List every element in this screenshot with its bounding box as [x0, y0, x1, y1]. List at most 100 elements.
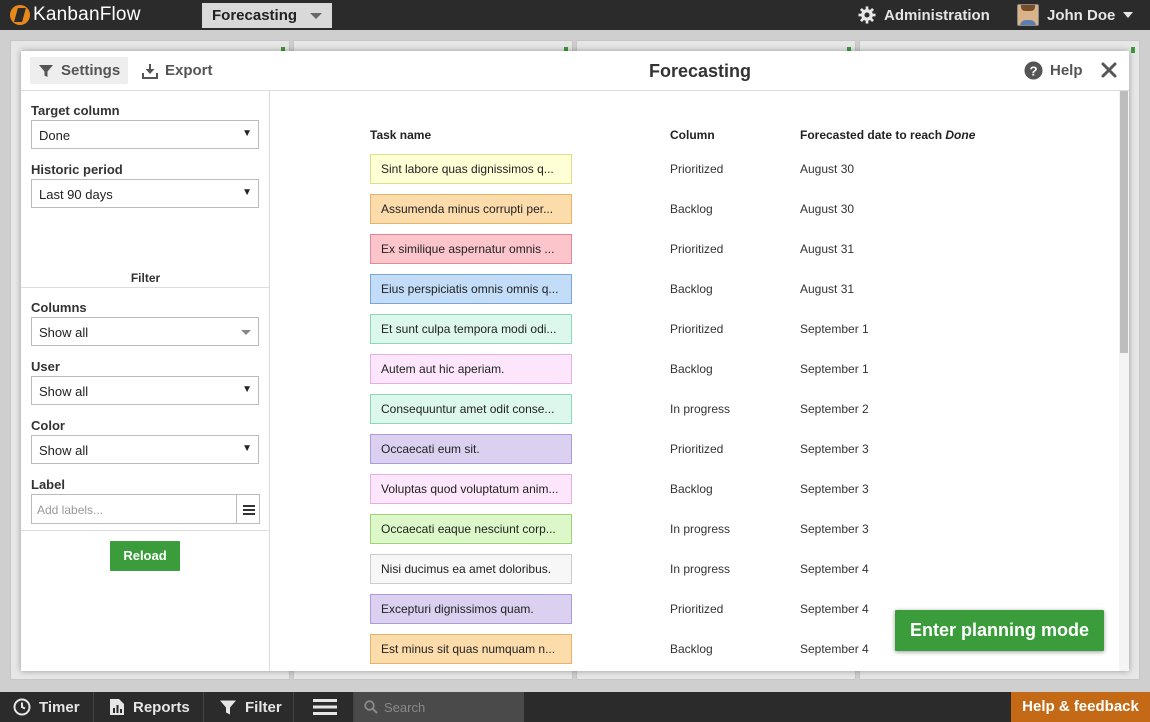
header-forecast-date-target: Done [945, 128, 976, 142]
forecasting-dialog: Settings Export Forecasting ? Help Targe… [21, 51, 1129, 671]
reports-label: Reports [133, 698, 190, 716]
task-card[interactable]: Ex similique aspernatur omnis ... [370, 234, 572, 264]
column-indicator [1131, 47, 1135, 53]
forecast-table: Task name Column Forecasted date to reac… [271, 91, 1119, 671]
task-column-cell: In progress [670, 562, 731, 576]
forecast-date-cell: August 31 [800, 242, 855, 256]
header-forecast-date: Forecasted date to reach Done [800, 128, 975, 142]
columns-filter-select[interactable]: Show all [31, 317, 259, 346]
search-input[interactable]: Search [354, 692, 524, 722]
close-icon[interactable] [1100, 61, 1118, 79]
forecast-date-cell: September 1 [800, 322, 869, 336]
filter-button[interactable]: Filter [205, 692, 294, 722]
forecast-date-cell: September 3 [800, 442, 869, 456]
menu-button[interactable] [295, 692, 354, 722]
administration-label: Administration [884, 6, 990, 24]
forecast-date-cell: September 3 [800, 482, 869, 496]
settings-label: Settings [61, 62, 121, 79]
filter-icon [39, 64, 53, 77]
historic-period-value: Last 90 days [39, 187, 113, 202]
header-column: Column [670, 128, 715, 142]
forecast-date-cell: September 3 [800, 522, 869, 536]
board-name: Forecasting [212, 7, 298, 24]
task-card[interactable]: Occaecati eaque nesciunt corp... [370, 514, 572, 544]
settings-button[interactable]: Settings [30, 57, 129, 84]
task-column-cell: In progress [670, 522, 731, 536]
task-card[interactable]: Nisi ducimus ea amet doloribus. [370, 554, 572, 584]
user-menu[interactable]: John Doe [1017, 4, 1134, 26]
enter-planning-mode-button[interactable]: Enter planning mode [895, 610, 1104, 651]
label-list-button[interactable] [236, 494, 260, 524]
color-filter-select[interactable]: Show all ▼ [31, 435, 259, 464]
help-button[interactable]: ? Help [1016, 57, 1091, 84]
search-placeholder: Search [384, 699, 426, 715]
chevron-down-icon [310, 13, 322, 19]
svg-text:?: ? [1029, 63, 1037, 78]
report-chart-icon [110, 699, 124, 715]
task-card[interactable]: Voluptas quod voluptatum anim... [370, 474, 572, 504]
target-column-value: Done [39, 128, 71, 143]
reload-button[interactable]: Reload [110, 541, 180, 571]
task-column-cell: Backlog [670, 202, 713, 216]
board-selector[interactable]: Forecasting [202, 3, 332, 28]
forecast-date-cell: August 31 [800, 282, 855, 296]
task-column-cell: Backlog [670, 482, 713, 496]
historic-period-select[interactable]: Last 90 days ▼ [31, 179, 259, 208]
task-column-cell: Prioritized [670, 242, 724, 256]
chevron-down-icon [241, 330, 251, 335]
task-column-cell: Prioritized [670, 162, 724, 176]
hamburger-menu-icon [313, 699, 337, 715]
task-card[interactable]: Et sunt culpa tempora modi odi... [370, 314, 572, 344]
filter-icon [220, 700, 236, 714]
list-icon-line [243, 509, 255, 511]
administration-link[interactable]: Administration [858, 6, 990, 24]
list-icon-line [243, 513, 255, 515]
forecast-date-cell: September 4 [800, 562, 869, 576]
forecast-date-cell: September 4 [800, 642, 869, 656]
target-column-select[interactable]: Done ▼ [31, 120, 259, 149]
color-filter-value: Show all [39, 443, 89, 458]
task-card[interactable]: Sint labore quas dignissimos q... [370, 154, 572, 184]
task-card[interactable]: Assumenda minus corrupti per... [370, 194, 572, 224]
timer-button[interactable]: Timer [0, 692, 94, 722]
label-filter-input[interactable]: Add labels... [31, 494, 236, 524]
user-filter-select[interactable]: Show all ▼ [31, 376, 259, 405]
historic-period-label: Historic period [31, 162, 123, 177]
header-task-name: Task name [370, 128, 432, 142]
help-feedback-button[interactable]: Help & feedback [1011, 692, 1150, 722]
app-logo[interactable]: KanbanFlow [10, 4, 141, 26]
label-filter-label: Label [31, 477, 65, 492]
columns-label: Columns [31, 300, 87, 315]
dropdown-arrow-icon: ▼ [242, 384, 252, 395]
settings-sidebar: Target column Done ▼ Historic period Las… [21, 91, 270, 671]
task-column-cell: Backlog [670, 282, 713, 296]
divider [21, 287, 270, 288]
divider [21, 530, 270, 531]
filter-heading: Filter [130, 271, 161, 285]
task-card[interactable]: Autem aut hic aperiam. [370, 354, 572, 384]
task-column-cell: Prioritized [670, 442, 724, 456]
dropdown-arrow-icon: ▼ [242, 128, 252, 139]
list-icon-line [243, 505, 255, 507]
reports-button[interactable]: Reports [95, 692, 204, 722]
task-card[interactable]: Est minus sit quas numquam n... [370, 634, 572, 664]
task-column-cell: Backlog [670, 362, 713, 376]
top-bar: KanbanFlow Forecasting Administration Jo… [0, 0, 1150, 30]
export-label: Export [165, 62, 213, 79]
task-card[interactable]: Occaecati eum sit. [370, 434, 572, 464]
gear-icon [858, 6, 876, 24]
task-card[interactable]: Consequuntur amet odit conse... [370, 394, 572, 424]
forecast-date-cell: August 30 [800, 202, 855, 216]
task-card[interactable]: Excepturi dignissimos quam. [370, 594, 572, 624]
chevron-down-icon [1123, 12, 1134, 18]
header-forecast-date-prefix: Forecasted date to reach [800, 128, 946, 142]
scrollbar-thumb[interactable] [1120, 91, 1128, 353]
target-column-label: Target column [31, 103, 120, 118]
dialog-header: Settings Export Forecasting ? Help [21, 51, 1129, 91]
timer-label: Timer [39, 698, 80, 716]
avatar [1017, 4, 1039, 26]
forecast-date-cell: September 1 [800, 362, 869, 376]
dropdown-arrow-icon: ▼ [242, 443, 252, 454]
export-button[interactable]: Export [134, 57, 221, 84]
task-card[interactable]: Eius perspiciatis omnis omnis q... [370, 274, 572, 304]
